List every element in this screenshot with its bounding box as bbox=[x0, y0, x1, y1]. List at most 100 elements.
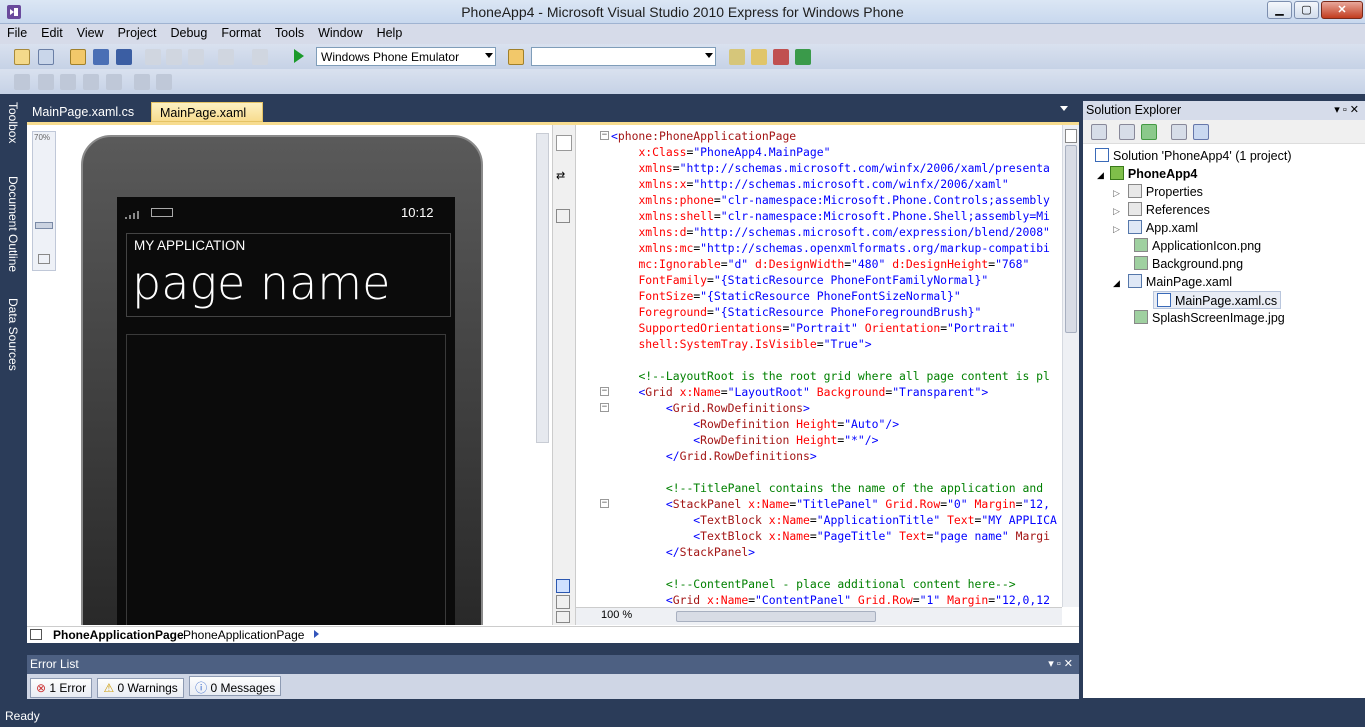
zoom-thumb[interactable] bbox=[35, 222, 53, 229]
swap-panes-icon[interactable]: ⇄ bbox=[556, 169, 565, 182]
copy-icon[interactable] bbox=[166, 49, 182, 65]
open-file-icon[interactable] bbox=[70, 49, 86, 65]
data-sources-tab[interactable]: Data Sources bbox=[2, 298, 20, 398]
breadcrumb-root[interactable]: PhoneApplicationPage bbox=[53, 628, 184, 642]
cut-icon[interactable] bbox=[145, 49, 161, 65]
find-in-files-icon[interactable] bbox=[508, 49, 524, 65]
align-right-icon[interactable] bbox=[60, 74, 76, 90]
tab-mainpage-xaml[interactable]: MainPage.xaml ✕ bbox=[151, 102, 263, 134]
warnings-filter-button[interactable]: ⚠ 0 Warnings bbox=[97, 678, 184, 698]
expand-icon[interactable]: ▷ bbox=[1113, 188, 1120, 198]
design-scrollbar[interactable] bbox=[536, 133, 549, 443]
solution-explorer-icon[interactable] bbox=[729, 49, 745, 65]
editor-zoom-level[interactable]: 100 % bbox=[601, 609, 632, 621]
minimize-button[interactable]: ▁ bbox=[1267, 1, 1292, 19]
title-panel[interactable]: MY APPLICATION page name bbox=[126, 233, 451, 317]
vertical-split-icon[interactable] bbox=[556, 579, 570, 593]
menu-project[interactable]: Project bbox=[111, 24, 164, 40]
deployment-target-select[interactable]: Windows Phone Emulator bbox=[316, 47, 496, 66]
code-scroll-thumb[interactable] bbox=[1065, 145, 1077, 333]
tree-item-solution[interactable]: Solution 'PhoneApp4' (1 project) bbox=[1095, 147, 1292, 165]
splitter-icon[interactable] bbox=[1065, 129, 1077, 143]
collapse-icon[interactable]: ◢ bbox=[1097, 170, 1104, 180]
menu-window[interactable]: Window bbox=[311, 24, 369, 40]
collapse-region-icon[interactable]: − bbox=[600, 131, 609, 140]
properties-icon[interactable] bbox=[751, 49, 767, 65]
tab-mainpage-xaml-cs[interactable]: MainPage.xaml.cs bbox=[24, 102, 146, 122]
tree-item-mainpage-xaml[interactable]: ◢ MainPage.xaml bbox=[1113, 273, 1232, 291]
font-size-icon[interactable] bbox=[83, 74, 99, 90]
toolbox-tab[interactable]: Toolbox bbox=[2, 102, 20, 172]
menu-debug[interactable]: Debug bbox=[163, 24, 214, 40]
collapse-pane-icon[interactable] bbox=[556, 209, 570, 223]
menu-format[interactable]: Format bbox=[214, 24, 268, 40]
h-scroll-thumb[interactable] bbox=[676, 611, 876, 622]
design-surface[interactable]: 70% 10:12 MY APPLICATION page name bbox=[27, 125, 552, 625]
horizontal-split-icon[interactable] bbox=[556, 595, 570, 609]
tree-item-splashscreen[interactable]: SplashScreenImage.jpg bbox=[1134, 309, 1285, 327]
close-button[interactable]: ✕ bbox=[1321, 1, 1363, 19]
tree-item-references[interactable]: ▷ References bbox=[1113, 201, 1210, 219]
undo-icon[interactable] bbox=[218, 49, 234, 65]
code-line: </Grid.RowDefinitions> bbox=[665, 449, 817, 463]
pointer-icon[interactable] bbox=[556, 135, 572, 151]
panel-controls-icon[interactable]: ▾ ▫ ✕ bbox=[1048, 657, 1073, 670]
menu-help[interactable]: Help bbox=[370, 24, 410, 40]
menu-edit[interactable]: Edit bbox=[34, 24, 70, 40]
expand-icon[interactable]: ▷ bbox=[1113, 206, 1120, 216]
find-combo[interactable] bbox=[531, 47, 716, 66]
code-vertical-scrollbar[interactable] bbox=[1062, 125, 1079, 607]
show-all-files-icon[interactable] bbox=[1119, 124, 1135, 140]
menu-tools[interactable]: Tools bbox=[268, 24, 311, 40]
zoom-slider[interactable]: 70% bbox=[32, 131, 56, 271]
panel-controls-icon[interactable]: ▾ ▫ ✕ bbox=[1334, 103, 1359, 116]
paste-icon[interactable] bbox=[188, 49, 204, 65]
image-file-icon bbox=[1134, 238, 1148, 252]
save-all-icon[interactable] bbox=[116, 49, 132, 65]
tree-item-background[interactable]: Background.png bbox=[1134, 255, 1243, 273]
errors-filter-button[interactable]: ⊗ 1 Error bbox=[30, 678, 93, 698]
fit-screen-icon[interactable] bbox=[38, 254, 50, 264]
breadcrumb-item[interactable]: PhoneApplicationPage bbox=[183, 628, 304, 642]
view-code-icon[interactable] bbox=[1171, 124, 1187, 140]
menu-file[interactable]: File bbox=[0, 24, 34, 40]
tree-item-applicationicon[interactable]: ApplicationIcon.png bbox=[1134, 237, 1261, 255]
view-designer-icon[interactable] bbox=[1193, 124, 1209, 140]
expand-icon[interactable]: ▷ bbox=[1113, 224, 1120, 234]
document-outline-icon[interactable] bbox=[30, 629, 42, 640]
properties-icon[interactable] bbox=[1091, 124, 1107, 140]
maximize-button[interactable]: ▢ bbox=[1294, 1, 1319, 19]
tree-item-mainpage-xaml-cs[interactable]: MainPage.xaml.cs bbox=[1153, 291, 1282, 309]
format-icon[interactable] bbox=[106, 74, 122, 90]
collapse-icon[interactable]: ◢ bbox=[1113, 278, 1120, 288]
add-item-icon[interactable] bbox=[38, 49, 54, 65]
expand-pane-icon[interactable] bbox=[556, 611, 570, 623]
save-icon[interactable] bbox=[93, 49, 109, 65]
uncomment-icon[interactable] bbox=[156, 74, 172, 90]
xaml-code-view[interactable]: <phone:PhoneApplicationPage x:Class="Pho… bbox=[576, 125, 1061, 607]
collapse-region-icon[interactable]: − bbox=[600, 387, 609, 396]
align-left-icon[interactable] bbox=[14, 74, 30, 90]
align-center-icon[interactable] bbox=[38, 74, 54, 90]
refresh-icon[interactable] bbox=[1141, 124, 1157, 140]
redo-icon[interactable] bbox=[252, 49, 268, 65]
project-icon bbox=[1109, 166, 1124, 180]
start-debugging-icon[interactable] bbox=[294, 49, 304, 63]
messages-filter-button[interactable]: ⓘ 0 Messages bbox=[189, 676, 282, 696]
comment-icon[interactable] bbox=[134, 74, 150, 90]
new-project-icon[interactable] bbox=[14, 49, 30, 65]
breadcrumb-arrow-icon[interactable] bbox=[314, 630, 319, 638]
tree-item-properties[interactable]: ▷ Properties bbox=[1113, 183, 1203, 201]
tab-dropdown-icon[interactable] bbox=[1060, 106, 1068, 111]
tree-item-app-xaml[interactable]: ▷ App.xaml bbox=[1113, 219, 1198, 237]
error-list-header: Error List ▾ ▫ ✕ bbox=[27, 655, 1079, 674]
collapse-region-icon[interactable]: − bbox=[600, 403, 609, 412]
code-horizontal-scrollbar[interactable]: 100 % bbox=[576, 607, 1062, 625]
content-panel[interactable] bbox=[126, 334, 446, 625]
tree-item-project[interactable]: ◢ PhoneApp4 bbox=[1097, 165, 1197, 183]
collapse-region-icon[interactable]: − bbox=[600, 499, 609, 508]
document-outline-tab[interactable]: Document Outline bbox=[2, 176, 20, 294]
start-page-icon[interactable] bbox=[795, 49, 811, 65]
menu-view[interactable]: View bbox=[70, 24, 111, 40]
tools-icon[interactable] bbox=[773, 49, 789, 65]
